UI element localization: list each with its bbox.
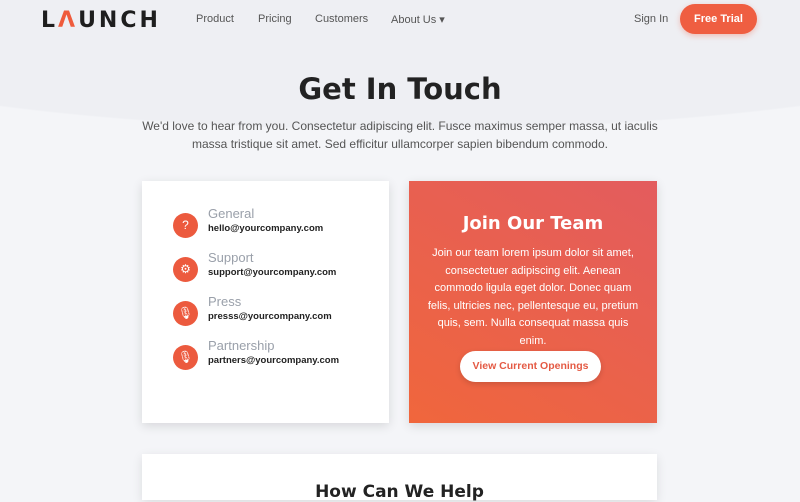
logo[interactable]: LΛUNCH	[41, 8, 161, 33]
help-title: How Can We Help	[315, 482, 484, 502]
contact-email[interactable]: presss@yourcompany.com	[208, 311, 332, 322]
top-nav: LΛUNCH Product Pricing Customers About U…	[0, 0, 800, 38]
question-icon: ?	[173, 213, 198, 238]
contact-label: Partnership	[208, 338, 275, 353]
lifebuoy-icon: ⚙	[173, 257, 198, 282]
free-trial-button[interactable]: Free Trial	[680, 4, 757, 34]
contact-label: Press	[208, 294, 242, 309]
microphone-icon: 🎙	[173, 345, 198, 370]
join-team-title: Join Our Team	[462, 213, 604, 234]
help-section: How Can We Help	[142, 454, 657, 502]
contact-email[interactable]: support@yourcompany.com	[208, 267, 336, 278]
contact-email[interactable]: hello@yourcompany.com	[208, 223, 323, 234]
contact-email[interactable]: partners@yourcompany.com	[208, 355, 339, 366]
nav-product[interactable]: Product	[196, 13, 234, 25]
nav-about-us[interactable]: About Us ▾	[391, 13, 445, 26]
nav-customers[interactable]: Customers	[315, 13, 368, 25]
contact-label: Support	[208, 250, 254, 265]
nav-pricing[interactable]: Pricing	[258, 13, 292, 25]
join-team-card: Join Our Team Join our team lorem ipsum …	[409, 181, 657, 423]
contact-label: General	[208, 206, 255, 221]
sign-in-link[interactable]: Sign In	[634, 13, 668, 25]
contact-card: ? General hello@yourcompany.com ⚙ Suppor…	[142, 181, 389, 423]
join-team-text: Join our team lorem ipsum dolor sit amet…	[427, 247, 639, 347]
page-title: Get In Touch	[298, 72, 502, 106]
page-subtitle: We'd love to hear from you. Consectetur …	[142, 119, 658, 151]
view-openings-button[interactable]: View Current Openings	[460, 351, 601, 382]
microphone-icon: 🎙	[173, 301, 198, 326]
